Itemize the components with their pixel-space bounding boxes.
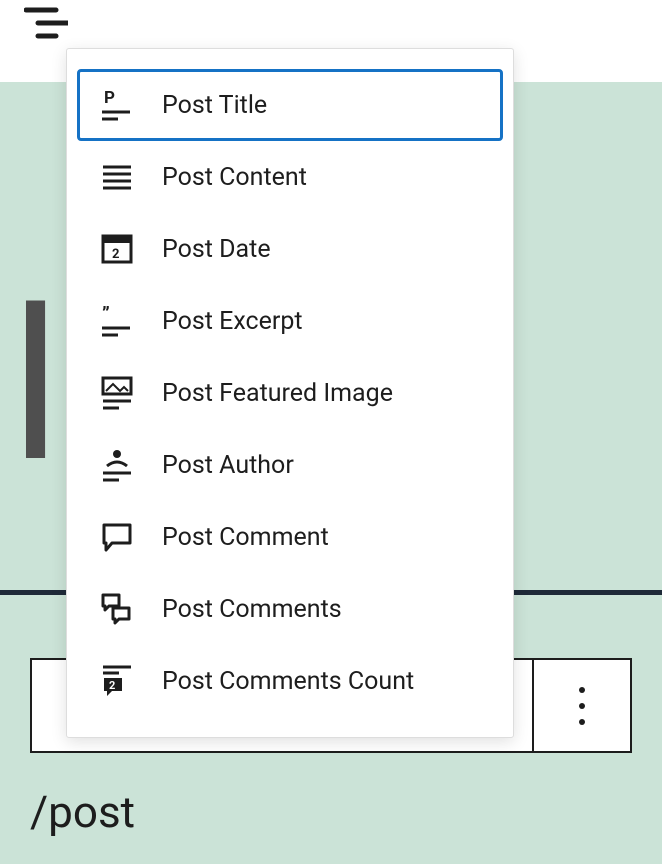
menu-item-label: Post Date bbox=[162, 235, 271, 264]
slash-command-input-text[interactable]: /post bbox=[30, 786, 135, 838]
menu-item-label: Post Content bbox=[162, 163, 307, 192]
svg-text:2: 2 bbox=[109, 679, 115, 692]
menu-item-post-comments[interactable]: Post Comments bbox=[77, 573, 503, 645]
menu-item-label: Post Excerpt bbox=[162, 307, 303, 336]
post-comment-icon bbox=[100, 520, 134, 554]
menu-item-post-title[interactable]: P Post Title bbox=[77, 69, 503, 141]
menu-item-post-content[interactable]: Post Content bbox=[77, 141, 503, 213]
post-content-icon bbox=[100, 160, 134, 194]
menu-item-post-excerpt[interactable]: ” Post Excerpt bbox=[77, 285, 503, 357]
menu-item-post-author[interactable]: Post Author bbox=[77, 429, 503, 501]
more-vertical-icon bbox=[579, 687, 585, 725]
post-excerpt-icon: ” bbox=[100, 304, 134, 338]
svg-text:P: P bbox=[104, 88, 115, 108]
menu-item-label: Post Author bbox=[162, 451, 294, 480]
menu-item-post-date[interactable]: 2 Post Date bbox=[77, 213, 503, 285]
menu-item-label: Post Comments Count bbox=[162, 667, 414, 696]
menu-item-label: Post Comment bbox=[162, 523, 329, 552]
block-inserter-popover: P Post Title Post Content 2 Post D bbox=[66, 48, 514, 738]
toolbar-more-options-button[interactable] bbox=[532, 658, 632, 753]
post-comments-count-icon: 2 bbox=[100, 664, 134, 698]
menu-item-post-comment[interactable]: Post Comment bbox=[77, 501, 503, 573]
menu-item-label: Post Featured Image bbox=[162, 379, 393, 408]
post-featured-image-icon bbox=[100, 376, 134, 410]
menu-item-label: Post Title bbox=[162, 91, 267, 120]
menu-item-label: Post Comments bbox=[162, 595, 342, 624]
post-author-icon bbox=[100, 448, 134, 482]
post-title-icon: P bbox=[100, 88, 134, 122]
svg-text:2: 2 bbox=[112, 247, 119, 262]
post-comments-icon bbox=[100, 592, 134, 626]
menu-item-post-comments-count[interactable]: 2 Post Comments Count bbox=[77, 645, 503, 717]
document-outline-icon[interactable] bbox=[24, 6, 68, 44]
menu-item-post-featured-image[interactable]: Post Featured Image bbox=[77, 357, 503, 429]
post-date-icon: 2 bbox=[100, 232, 134, 266]
svg-text:”: ” bbox=[102, 304, 110, 325]
